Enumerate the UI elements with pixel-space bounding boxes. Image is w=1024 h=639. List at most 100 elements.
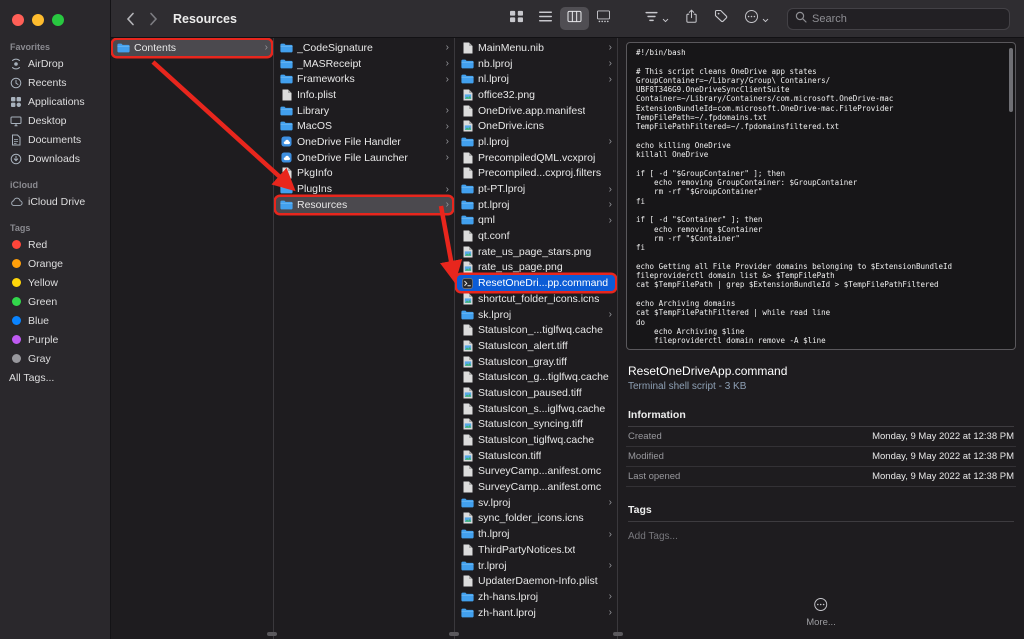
share-button[interactable] [685,9,698,29]
gallery-view-button[interactable] [589,7,618,30]
column-resize-handle[interactable] [613,632,623,636]
sidebar-item-recents[interactable]: Recents [0,73,110,92]
sidebar-item-downloads[interactable]: Downloads [0,149,110,168]
zoom-button[interactable] [52,14,64,26]
file-row[interactable]: pt.lproj› [457,197,615,213]
file-row[interactable]: zh-hant.lproj› [457,605,615,621]
file-row[interactable]: tr.lproj› [457,558,615,574]
file-row[interactable]: StatusIcon_s...iglfwq.cache [457,401,615,417]
file-row[interactable]: StatusIcon_paused.tiff [457,385,615,401]
file-row[interactable]: qml› [457,213,615,229]
file-row[interactable]: sv.lproj› [457,495,615,511]
file-row[interactable]: _CodeSignature› [276,40,452,56]
toolbar: Resources Search [111,0,1024,38]
file-row[interactable]: rate_us_page_stars.png [457,244,615,260]
file-row[interactable]: OneDrive File Launcher› [276,150,452,166]
info-label: Created [628,431,662,442]
file-row[interactable]: ThirdPartyNotices.txt [457,542,615,558]
file-row[interactable]: UpdaterDaemon-Info.plist [457,573,615,589]
group-button[interactable] [644,10,669,28]
file-row[interactable]: Library› [276,103,452,119]
file-row[interactable]: rate_us_page.png [457,260,615,276]
file-type-icon [461,403,474,415]
file-row[interactable]: PrecompiledQML.vcxproj [457,150,615,166]
file-row[interactable]: _MASReceipt› [276,56,452,72]
file-row[interactable]: StatusIcon_g...tiglfwq.cache [457,369,615,385]
file-row[interactable]: Contents› [113,40,271,56]
more-button[interactable]: More... [806,597,836,629]
preview-scrollbar[interactable] [1009,48,1013,112]
file-row[interactable]: StatusIcon_syncing.tiff [457,417,615,433]
sidebar: FavoritesAirDropRecentsApplicationsDeskt… [0,0,111,639]
file-row[interactable]: nb.lproj› [457,56,615,72]
minimize-button[interactable] [32,14,44,26]
sidebar-item-purple[interactable]: Purple [0,330,110,349]
file-row[interactable]: pl.lproj› [457,134,615,150]
file-row[interactable]: Precompiled...cxproj.filters [457,166,615,182]
main-area: Resources Search Contents› _CodeSignatur… [111,0,1024,639]
chevron-right-icon: › [607,74,612,85]
sidebar-item-orange[interactable]: Orange [0,254,110,273]
sidebar-section-title: iCloud [0,180,110,190]
file-row[interactable]: StatusIcon_alert.tiff [457,338,615,354]
sidebar-item-gray[interactable]: Gray [0,349,110,368]
sidebar-item-desktop[interactable]: Desktop [0,111,110,130]
chevron-right-icon: › [444,184,449,195]
folder-icon [280,59,293,69]
file-row[interactable]: nl.lproj› [457,71,615,87]
file-row[interactable]: sync_folder_icons.icns [457,511,615,527]
sidebar-item-all-tags[interactable]: All Tags... [0,368,110,387]
file-row[interactable]: OneDrive File Handler› [276,134,452,150]
file-row[interactable]: StatusIcon_tiglfwq.cache [457,432,615,448]
back-button[interactable] [119,12,142,26]
sidebar-item-documents[interactable]: Documents [0,130,110,149]
file-row[interactable]: StatusIcon_...tiglfwq.cache [457,322,615,338]
file-row[interactable]: Frameworks› [276,71,452,87]
file-row[interactable]: MacOS› [276,118,452,134]
file-row[interactable]: MainMenu.nib› [457,40,615,56]
file-row[interactable]: shortcut_folder_icons.icns [457,291,615,307]
sidebar-item-red[interactable]: Red [0,235,110,254]
file-row[interactable]: ResetOneDri...pp.command [457,275,615,291]
file-row[interactable]: Info.plist [276,87,452,103]
file-row[interactable]: pt-PT.lproj› [457,181,615,197]
file-row[interactable]: th.lproj› [457,526,615,542]
file-row[interactable]: Resources› [276,197,452,213]
file-row[interactable]: SurveyCamp...anifest.omc [457,464,615,480]
chevron-right-icon: › [607,58,612,69]
forward-button[interactable] [142,12,165,26]
file-row[interactable]: OneDrive.app.manifest [457,103,615,119]
column-resize-handle[interactable] [267,632,277,636]
file-row[interactable]: StatusIcon_gray.tiff [457,354,615,370]
more-button[interactable] [744,9,769,29]
sidebar-item-icloud-drive[interactable]: iCloud Drive [0,192,110,211]
add-tags-field[interactable]: Add Tags... [628,531,1014,542]
sidebar-item-yellow[interactable]: Yellow [0,273,110,292]
sidebar-item-airdrop[interactable]: AirDrop [0,54,110,73]
file-row[interactable]: OneDrive.icns [457,118,615,134]
applications-icon [9,96,23,108]
file-type-icon [461,167,474,179]
file-row[interactable]: PkgInfo [276,166,452,182]
tags-button[interactable] [714,9,728,28]
list-view-button[interactable] [531,7,560,30]
file-row[interactable]: StatusIcon.tiff [457,448,615,464]
file-row[interactable]: SurveyCamp...anifest.omc [457,479,615,495]
file-row[interactable]: qt.conf [457,228,615,244]
sidebar-item-green[interactable]: Green [0,292,110,311]
file-row[interactable]: office32.png [457,87,615,103]
folder-icon [280,121,293,131]
file-row[interactable]: zh-hans.lproj› [457,589,615,605]
columns-view-button[interactable] [560,7,589,30]
sidebar-item-label: Orange [28,258,63,270]
file-row[interactable]: sk.lproj› [457,307,615,323]
grid-view-button[interactable] [502,7,531,30]
info-value: Monday, 9 May 2022 at 12:38 PM [872,451,1014,462]
column-resize-handle[interactable] [449,632,459,636]
search-input[interactable]: Search [787,8,1010,30]
sidebar-item-applications[interactable]: Applications [0,92,110,111]
file-name: rate_us_page.png [478,261,563,273]
sidebar-item-blue[interactable]: Blue [0,311,110,330]
file-row[interactable]: PlugIns› [276,181,452,197]
close-button[interactable] [12,14,24,26]
